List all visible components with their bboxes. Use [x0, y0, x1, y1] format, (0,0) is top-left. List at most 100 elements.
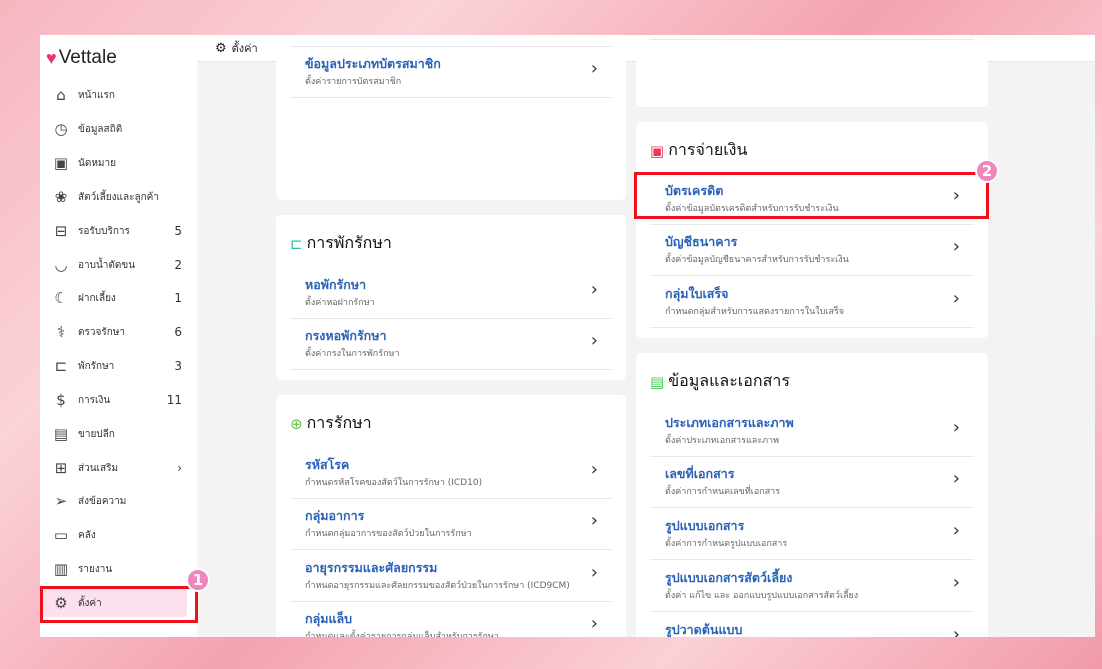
- settings-item-description: ตั้งค่ารายการบัตรสมาชิก: [305, 77, 402, 87]
- home-icon: ⌂: [56, 86, 66, 104]
- sidebar-item-4[interactable]: ⊟ รอรับบริการ 5: [50, 217, 188, 245]
- settings-item-description: กำหนดและตั้งค่ารายการกลุ่มแล็บสำหรับการร…: [305, 632, 499, 637]
- settings-item[interactable]: เลขที่เอกสาร ตั้งค่าการกำหนดเลขที่เอกสาร ›: [650, 456, 974, 508]
- bed-icon: ⊏: [54, 357, 68, 375]
- chevron-right-icon[interactable]: ›: [953, 236, 960, 257]
- settings-item-description: ตั้งค่าข้อมูลบัญชีธนาคารสำหรับการรับชำระ…: [665, 255, 849, 265]
- settings-item[interactable]: กลุ่มใบเสร็จ กำหนดกลุ่มสำหรับการแสดงรายกา…: [650, 276, 974, 328]
- settings-item[interactable]: ตั้งค่ากรงฝากเลี้ยง›: [650, 35, 974, 40]
- chevron-right-icon[interactable]: ›: [953, 468, 960, 489]
- sidebar-item-1[interactable]: ◷ ข้อมูลสถิติ: [50, 115, 188, 143]
- chevron-right-icon[interactable]: ›: [591, 459, 598, 480]
- chevron-right-icon[interactable]: ›: [591, 330, 598, 351]
- settings-item[interactable]: ข้อมูลประเภทบัตรสมาชิกตั้งค่ารายการบัตรส…: [290, 46, 612, 98]
- sidebar-item-6[interactable]: ☾ ฝากเลี้ยง 1: [50, 284, 188, 312]
- bathtub-icon: ◡: [54, 256, 68, 274]
- settings-item-title[interactable]: รหัสโรค: [305, 455, 349, 475]
- settings-item[interactable]: รูปแบบเอกสารตั้งค่าการกำหนดรูปแบบเอกสาร ›: [650, 508, 974, 560]
- settings-item-title[interactable]: รูปวาดต้นแบบ: [665, 620, 742, 637]
- chevron-right-icon[interactable]: ›: [591, 613, 598, 634]
- sidebar-item-label: ส่งข้อความ: [78, 495, 127, 507]
- settings-item-title[interactable]: กลุ่มแล็บ: [305, 609, 352, 629]
- settings-item[interactable]: รูปวาดต้นแบบ ›: [650, 612, 974, 637]
- sidebar-item-3[interactable]: ❀ สัตว์เลี้ยงและลูกค้า: [50, 183, 188, 211]
- sofa-icon: ⊟: [54, 222, 68, 240]
- settings-item-title[interactable]: หอพักรักษา: [305, 275, 366, 295]
- settings-card-treatment: ⊕ การรักษารหัสโรคกำหนดรหัสโรคของสัตว์ในกา…: [276, 395, 626, 637]
- settings-item-description: กำหนดอายุรกรรมและศัลยกรรมของสัตว์ป่วยในก…: [305, 581, 570, 591]
- card-title: การรักษา: [306, 413, 372, 432]
- sidebar-item-10[interactable]: ▤ ขายปลีก: [50, 420, 188, 448]
- card-title: การพักรักษา: [306, 233, 392, 252]
- gear-icon: ⚙: [215, 40, 227, 56]
- chevron-right-icon[interactable]: ›: [953, 417, 960, 438]
- settings-item-title[interactable]: บัญชีธนาคาร: [665, 232, 737, 252]
- sidebar-item-2[interactable]: ▣ นัดหมาย: [50, 149, 188, 177]
- settings-item-description: กำหนดรหัสโรคของสัตว์ในการรักษา (ICD10): [305, 478, 483, 488]
- settings-item-title[interactable]: รูปแบบเอกสารสัตว์เลี้ยง: [665, 568, 792, 588]
- settings-item[interactable]: รูปแบบเอกสารสัตว์เลี้ยง ตั้งค่า แก้ไข และ…: [650, 560, 974, 612]
- page-title: ตั้งค่า: [231, 42, 258, 55]
- card-header: ⊕ การรักษา: [290, 411, 372, 436]
- sidebar-item-13[interactable]: ▭ คลัง: [50, 521, 188, 549]
- settings-item-title[interactable]: เลขที่เอกสาร: [665, 464, 734, 484]
- sidebar-item-5[interactable]: ◡ อาบน้ำตัดขน 2: [50, 251, 188, 279]
- app-window: ♥ Vettale ⌂ หน้าแรก ◷ ข้อมูลสถิติ ▣ นัดหมาย ❀ สั…: [40, 35, 1095, 637]
- settings-item-title[interactable]: กลุ่มอาการ: [305, 506, 364, 526]
- chevron-right-icon[interactable]: ›: [953, 572, 960, 593]
- sidebar-item-14[interactable]: ▥ รายงาน: [50, 555, 188, 583]
- settings-item[interactable]: หอพักรักษา ตั้งค่าหอฝากรักษา ›: [290, 267, 612, 319]
- paper-plane-icon: ➢: [54, 492, 68, 510]
- calendar-icon: ▣: [53, 154, 69, 172]
- archive-icon: ▭: [53, 526, 69, 544]
- sidebar-item-0[interactable]: ⌂ หน้าแรก: [50, 81, 188, 109]
- bed-icon: ⊏: [290, 234, 303, 253]
- settings-card-boarding: ตั้งค่ากรงฝากเลี้ยง›: [636, 35, 988, 107]
- settings-item-title[interactable]: ข้อมูลประเภทบัตรสมาชิก: [305, 54, 441, 74]
- chevron-right-icon[interactable]: ›: [591, 562, 598, 583]
- banknote-icon: ▣: [650, 141, 665, 160]
- chevron-right-icon[interactable]: ›: [953, 624, 960, 637]
- settings-item-title[interactable]: กลุ่มใบเสร็จ: [665, 284, 728, 304]
- settings-item-description: ตั้งค่าประเภทเอกสารและภาพ: [665, 436, 780, 446]
- sidebar-item-label: ส่วนเสริม: [78, 462, 119, 474]
- settings-item-title[interactable]: รูปแบบเอกสาร: [665, 516, 744, 536]
- settings-item-title[interactable]: ประเภทเอกสารและภาพ: [665, 413, 794, 433]
- moon-icon: ☾: [54, 289, 68, 307]
- chevron-right-icon[interactable]: ›: [953, 288, 960, 309]
- settings-item-description: ตั้งค่ากรงในการพักรักษา: [305, 349, 400, 359]
- sidebar-item-count: ›: [177, 461, 182, 475]
- chevron-right-icon[interactable]: ›: [591, 510, 598, 531]
- sidebar-item-count: 3: [174, 359, 182, 373]
- sidebar-item-count: 6: [174, 325, 182, 339]
- settings-card-payment: ▣ การจ่ายเงิน บัตรเครดิต ตั้งค่าข้อมูลบัตรเ…: [636, 122, 988, 338]
- card-header: ⊏ การพักรักษา: [290, 231, 392, 256]
- settings-item-description: ตั้งค่าการกำหนดรูปแบบเอกสาร: [665, 539, 788, 549]
- money-hand-icon: $: [56, 391, 66, 409]
- sidebar-item-7[interactable]: ⚕ ตรวจรักษา 6: [50, 318, 188, 346]
- settings-item-title[interactable]: กรงหอพักรักษา: [305, 326, 386, 346]
- sidebar-item-8[interactable]: ⊏ พักรักษา 3: [50, 352, 188, 380]
- settings-item[interactable]: ประเภทเอกสารและภาพตั้งค่าประเภทเอกสารและ…: [650, 405, 974, 457]
- settings-item[interactable]: กรงหอพักรักษาตั้งค่ากรงในการพักรักษา ›: [290, 318, 612, 370]
- dashboard-icon: ◷: [54, 120, 68, 138]
- sidebar-item-label: คลัง: [78, 529, 96, 541]
- chevron-right-icon[interactable]: ›: [591, 58, 598, 79]
- settings-item[interactable]: รหัสโรคกำหนดรหัสโรคของสัตว์ในการรักษา (I…: [290, 447, 612, 499]
- sidebar-item-11[interactable]: ⊞ ส่วนเสริม ›: [50, 454, 188, 482]
- sidebar-item-9[interactable]: $ การเงิน 11: [50, 386, 188, 414]
- sidebar-item-12[interactable]: ➢ ส่งข้อความ: [50, 487, 188, 515]
- logo[interactable]: ♥ Vettale: [46, 47, 117, 69]
- settings-item-description: ตั้งค่ารายการแพ็คเกจ: [305, 35, 388, 37]
- medical-plus-icon: ⊕: [290, 414, 303, 433]
- settings-item[interactable]: บัญชีธนาคารตั้งค่าข้อมูลบัญชีธนาคารสำหรั…: [650, 224, 974, 276]
- sidebar-item-label: อาบน้ำตัดขน: [78, 259, 136, 271]
- sidebar-item-label: ฝากเลี้ยง: [78, 292, 116, 304]
- chevron-right-icon[interactable]: ›: [591, 279, 598, 300]
- chevron-right-icon[interactable]: ›: [953, 520, 960, 541]
- settings-item[interactable]: อายุรกรรมและศัลยกรรมกำหนดอายุรกรรมและศัล…: [290, 550, 612, 602]
- settings-item[interactable]: กลุ่มแล็บกำหนดและตั้งค่ารายการกลุ่มแล็บส…: [290, 601, 612, 637]
- settings-item[interactable]: กลุ่มอาการ กำหนดกลุ่มอาการของสัตว์ป่วยในก…: [290, 498, 612, 550]
- settings-item-title[interactable]: อายุรกรรมและศัลยกรรม: [305, 558, 437, 578]
- card-title: การจ่ายเงิน: [668, 140, 748, 159]
